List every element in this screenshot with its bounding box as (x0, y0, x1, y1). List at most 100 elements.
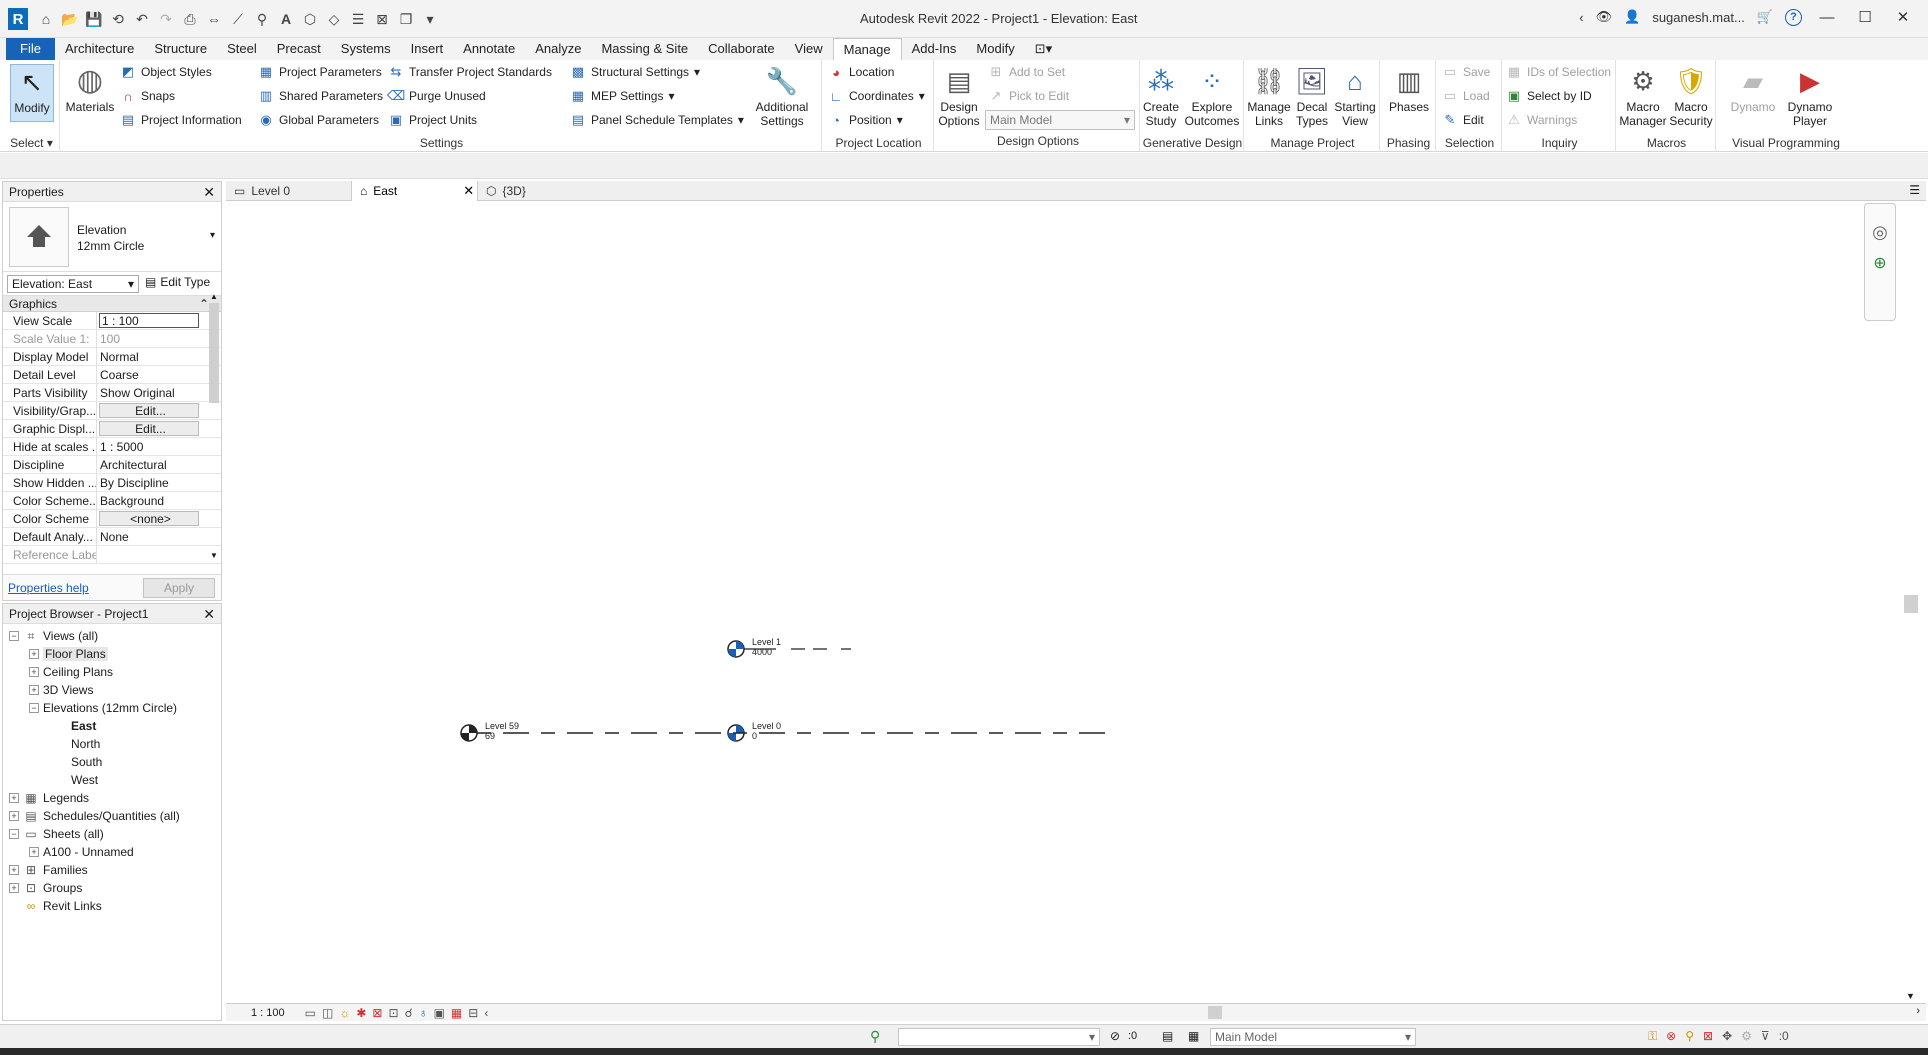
detail-level-icon[interactable]: ▭ (305, 1006, 316, 1020)
group-graphics[interactable]: Graphics ⌃ (3, 296, 221, 312)
project-parameters-button[interactable]: ▦ Project Parameters (258, 64, 382, 80)
select-by-id-button[interactable]: ▣ Select by ID (1506, 88, 1592, 104)
tree-node-sheets[interactable]: − ▭ Sheets (all) (3, 825, 221, 843)
panel-title-select[interactable]: Select ▾ (4, 136, 59, 150)
reveal-hidden-icon[interactable]: ♁ (419, 1006, 428, 1020)
workset-select[interactable]: ▾ (898, 1028, 1100, 1046)
visibility-graphics-edit-button[interactable]: Edit... (99, 403, 199, 418)
macro-security-button[interactable]: 🛡 Macro Security (1668, 64, 1714, 128)
tab-add-ins[interactable]: Add-Ins (902, 38, 967, 60)
tab-modify[interactable]: Modify (966, 38, 1024, 60)
sync-icon[interactable]: ⟲ (108, 9, 128, 29)
visual-style-icon[interactable]: ◫ (322, 1006, 333, 1020)
3d-view-icon[interactable]: ⬡ (300, 9, 320, 29)
manage-links-button[interactable]: ⛓ Manage Links (1246, 64, 1292, 128)
mep-settings-button[interactable]: ▦ MEP Settings ▾ (570, 88, 675, 104)
color-scheme-button[interactable]: <none> (99, 511, 199, 526)
tab-manage[interactable]: Manage (832, 38, 902, 60)
select-by-face-icon[interactable]: ⊠ (1703, 1029, 1713, 1044)
text-icon[interactable]: A (276, 9, 296, 29)
tree-node-north[interactable]: North (3, 735, 221, 753)
edit-type-button[interactable]: ▤ Edit Type (145, 275, 210, 289)
dimension-icon[interactable]: ⟋ (228, 9, 248, 29)
coordinates-button[interactable]: ∟ Coordinates ▾ (828, 88, 925, 104)
load-selection-button[interactable]: ▭ Load (1442, 88, 1490, 104)
background-processes-icon[interactable]: ⚙ (1741, 1029, 1752, 1044)
select-pinned-icon[interactable]: ⚲ (1685, 1029, 1694, 1044)
materials-button[interactable]: ◍ Materials (64, 64, 116, 115)
macro-manager-button[interactable]: ⚙ Macro Manager (1618, 64, 1668, 128)
properties-scrollbar[interactable]: ▲ ▼ (209, 292, 219, 560)
drawing-canvas[interactable]: Level 1 4000 Level 59 69 Level 00 (226, 202, 1926, 1003)
minimize-icon[interactable]: — (1814, 9, 1840, 26)
maximize-icon[interactable]: ☐ (1852, 8, 1878, 26)
close-icon[interactable]: ✕ (203, 606, 215, 623)
view-tab-3d[interactable]: ⬡ {3D} (478, 181, 548, 201)
filter-icon[interactable]: ⊽ (1761, 1029, 1770, 1044)
expand-icon[interactable]: + (9, 811, 19, 821)
detail-level-value[interactable]: Coarse (97, 366, 199, 383)
design-options-button[interactable]: ▤ Design Options (936, 64, 982, 128)
level-59-label[interactable]: Level 59 69 (485, 721, 519, 741)
level-59-marker[interactable] (460, 724, 478, 742)
edit-selection-button[interactable]: ✎ Edit (1442, 112, 1484, 128)
tree-node-groups[interactable]: + ⊡ Groups (3, 879, 221, 897)
tag-icon[interactable]: ⚲ (252, 9, 272, 29)
tab-insert[interactable]: Insert (401, 38, 454, 60)
tab-precast[interactable]: Precast (267, 38, 331, 60)
temp-hide-icon[interactable]: ☌ (405, 1006, 413, 1020)
color-scheme-location-value[interactable]: Background (97, 492, 199, 509)
open-icon[interactable]: 📂 (60, 9, 80, 29)
tab-architecture[interactable]: Architecture (55, 38, 144, 60)
switch-windows-icon[interactable]: ❐ (396, 9, 416, 29)
chevron-left-icon[interactable]: ‹ (1579, 10, 1583, 25)
location-button[interactable]: ◕ Location (828, 64, 894, 80)
expand-icon[interactable]: + (29, 667, 39, 677)
home-icon[interactable]: ⌂ (36, 9, 56, 29)
expand-icon[interactable]: + (29, 649, 39, 659)
add-to-set-button[interactable]: ⊞ Add to Set (988, 64, 1066, 80)
level-1-label[interactable]: Level 1 4000 (752, 637, 781, 657)
level-0-label[interactable]: Level 00 (752, 721, 781, 741)
discipline-value[interactable]: Architectural (97, 456, 199, 473)
editable-only-icon[interactable]: ⊘ (1110, 1029, 1120, 1043)
apply-button[interactable]: Apply (143, 578, 215, 598)
tab-file[interactable]: File (6, 38, 55, 60)
type-selector[interactable]: Elevation 12mm Circle ▾ (3, 202, 221, 272)
tree-node-3d-views[interactable]: +3D Views (3, 681, 221, 699)
expand-icon[interactable]: + (9, 793, 19, 803)
project-information-button[interactable]: ▤ Project Information (120, 112, 242, 128)
object-styles-button[interactable]: ◩ Object Styles (120, 64, 212, 80)
tab-structure[interactable]: Structure (144, 38, 217, 60)
dynamo-button[interactable]: ▰ Dynamo (1728, 64, 1778, 114)
expand-icon[interactable]: + (29, 685, 39, 695)
tab-analyze[interactable]: Analyze (525, 38, 591, 60)
default-analysis-value[interactable]: None (97, 528, 199, 545)
tree-node-schedules[interactable]: + ▤ Schedules/Quantities (all) (3, 807, 221, 825)
parts-visibility-value[interactable]: Show Original (97, 384, 199, 401)
worksets-icon[interactable]: ⚲ (870, 1028, 880, 1045)
ids-of-selection-button[interactable]: ▦ IDs of Selection (1506, 64, 1611, 80)
tree-node-sheet-a100[interactable]: + A100 - Unnamed (3, 843, 221, 861)
tab-view[interactable]: View (785, 38, 833, 60)
view-scale-input[interactable]: 1 : 100 (99, 313, 199, 328)
decal-types-button[interactable]: 🖼 Decal Types (1292, 64, 1332, 128)
tab-systems[interactable]: Systems (331, 38, 401, 60)
starting-view-button[interactable]: ⌂ Starting View (1332, 64, 1378, 128)
create-study-button[interactable]: ⁂ Create Study (1142, 64, 1180, 128)
press-drag-icon[interactable]: ▤ (1162, 1029, 1173, 1043)
print-icon[interactable]: ⎙ (180, 9, 200, 29)
drag-elements-icon[interactable]: ✥ (1722, 1029, 1732, 1044)
expand-icon[interactable]: + (9, 883, 19, 893)
view-tab-east[interactable]: ⌂ East ✕ (352, 181, 478, 201)
display-model-value[interactable]: Normal (97, 348, 199, 365)
tree-node-families[interactable]: + ⊞ Families (3, 861, 221, 879)
global-parameters-button[interactable]: ◉ Global Parameters (258, 112, 379, 128)
user-icon[interactable]: 👤 (1624, 9, 1640, 25)
collapse-icon[interactable]: − (9, 829, 19, 839)
snaps-button[interactable]: ∩ Snaps (120, 88, 175, 104)
expand-icon[interactable]: + (9, 865, 19, 875)
expand-icon[interactable]: + (29, 847, 39, 857)
section-icon[interactable]: ◇ (324, 9, 344, 29)
explore-outcomes-button[interactable]: ⁘ Explore Outcomes (1182, 64, 1242, 128)
